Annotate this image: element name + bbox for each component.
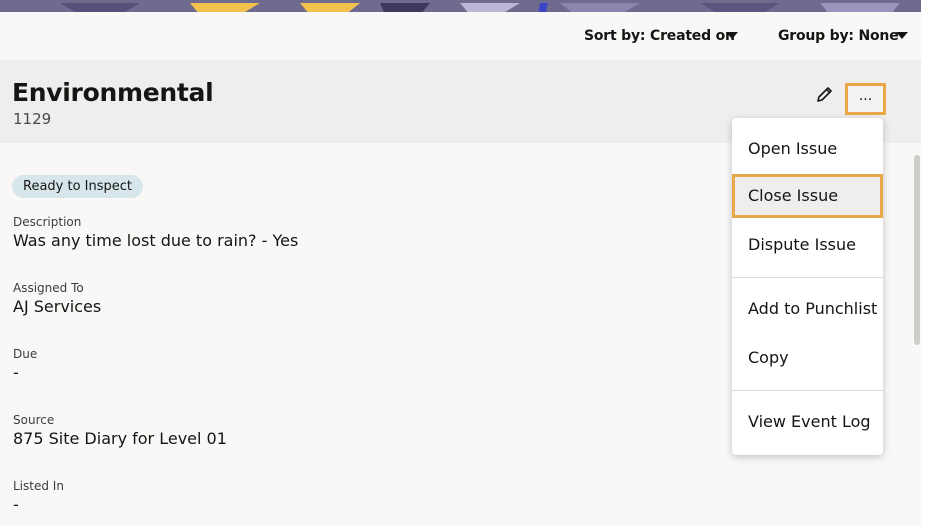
description-label: Description [13,215,82,229]
pencil-icon [817,87,832,102]
menu-item-dispute-issue[interactable]: Dispute Issue [732,223,883,267]
issue-number: 1129 [13,110,52,128]
edit-button[interactable] [815,84,835,104]
assigned-to-label: Assigned To [13,281,84,295]
decorative-banner [0,0,921,12]
menu-divider [732,390,883,391]
group-by-dropdown[interactable]: Group by: None [778,28,899,44]
more-actions-button[interactable]: ... [845,83,886,115]
actions-menu: Open Issue Close Issue Dispute Issue Add… [732,118,883,455]
source-label: Source [13,413,55,427]
menu-item-copy[interactable]: Copy [732,336,883,380]
due-value: - [13,363,19,382]
description-value: Was any time lost due to rain? - Yes [13,231,299,250]
menu-item-add-to-punchlist[interactable]: Add to Punchlist [732,287,883,331]
caret-down-icon[interactable] [726,32,738,39]
menu-divider [732,277,883,278]
caret-down-icon[interactable] [896,32,908,39]
menu-item-open-issue[interactable]: Open Issue [732,127,883,171]
listed-in-label: Listed In [13,479,64,493]
issue-title: Environmental [12,78,214,107]
listed-in-value: - [13,495,19,514]
banner-art [0,3,921,12]
source-value: 875 Site Diary for Level 01 [13,429,227,448]
status-badge: Ready to Inspect [12,175,144,198]
scrollbar[interactable] [914,155,920,345]
sort-by-dropdown[interactable]: Sort by: Created on [584,28,735,44]
due-label: Due [13,347,38,361]
menu-item-view-event-log[interactable]: View Event Log [732,400,883,444]
window-edge [921,0,929,526]
list-toolbar: Sort by: Created on Group by: None [0,12,921,60]
assigned-to-value: AJ Services [13,297,102,316]
menu-item-close-issue[interactable]: Close Issue [732,174,883,218]
